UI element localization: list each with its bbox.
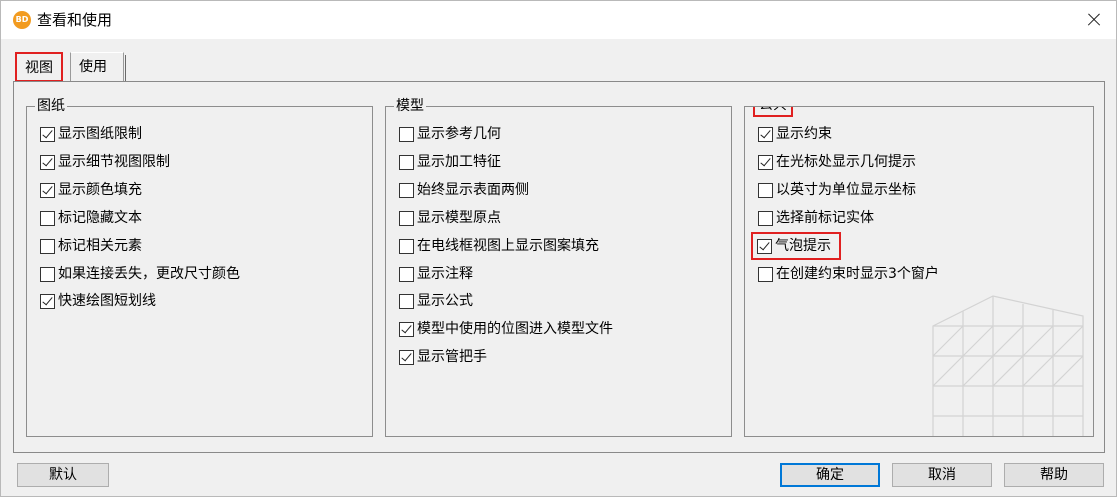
checkbox-coordinates-in-inches[interactable]: 以英寸为单位显示坐标 bbox=[758, 180, 916, 200]
checkbox-change-dimension-color[interactable]: 如果连接丢失，更改尺寸颜色 bbox=[40, 264, 240, 284]
checkbox-label: 在电线框视图上显示图案填充 bbox=[417, 238, 599, 254]
checkbox-icon[interactable] bbox=[40, 210, 55, 226]
checkbox-icon[interactable] bbox=[399, 266, 414, 282]
checkbox-label: 以英寸为单位显示坐标 bbox=[776, 182, 916, 198]
default-button[interactable]: 默认 bbox=[17, 463, 109, 487]
checkbox-label: 显示颜色填充 bbox=[58, 182, 142, 198]
checkbox-label: 显示加工特征 bbox=[417, 154, 501, 170]
checkbox-mark-related-elements[interactable]: 标记相关元素 bbox=[40, 236, 142, 256]
title-bar: BD 查看和使用 bbox=[1, 1, 1116, 39]
checkbox-bubble-tips[interactable]: 气泡提示 bbox=[751, 232, 841, 260]
checkbox-wireframe-pattern-fill[interactable]: 在电线框视图上显示图案填充 bbox=[399, 236, 599, 256]
checkbox-label: 模型中使用的位图进入模型文件 bbox=[417, 321, 613, 337]
group-paper: 图纸 显示图纸限制 显示细节视图限制 显示颜色填充 标记隐藏文本 标记相关元素 … bbox=[26, 97, 373, 437]
checkbox-icon[interactable] bbox=[40, 182, 55, 198]
group-model-title: 模型 bbox=[394, 97, 426, 115]
checkbox-show-model-origin[interactable]: 显示模型原点 bbox=[399, 208, 501, 228]
group-common-title: 公共 bbox=[753, 107, 793, 117]
checkbox-show-annotations[interactable]: 显示注释 bbox=[399, 264, 473, 284]
group-common: 公共 显示约束 在光标处显示几何提示 以英寸为单位显示坐标 选择前标记实体 气泡… bbox=[744, 106, 1094, 437]
checkbox-label: 选择前标记实体 bbox=[776, 210, 874, 226]
group-model: 模型 显示参考几何 显示加工特征 始终显示表面两侧 显示模型原点 在电线框视图上… bbox=[385, 97, 732, 437]
checkbox-label: 标记隐藏文本 bbox=[58, 210, 142, 226]
tab-use[interactable]: 使用 bbox=[70, 52, 126, 82]
checkbox-label: 气泡提示 bbox=[775, 238, 831, 254]
checkbox-show-reference-geometry[interactable]: 显示参考几何 bbox=[399, 124, 501, 144]
checkbox-mark-hidden-text[interactable]: 标记隐藏文本 bbox=[40, 208, 142, 228]
cancel-button[interactable]: 取消 bbox=[892, 463, 992, 487]
checkbox-icon[interactable] bbox=[399, 321, 414, 337]
checkbox-show-color-fill[interactable]: 显示颜色填充 bbox=[40, 180, 142, 200]
checkbox-icon[interactable] bbox=[399, 349, 414, 365]
checkbox-icon[interactable] bbox=[40, 154, 55, 170]
checkbox-label: 显示细节视图限制 bbox=[58, 154, 170, 170]
checkbox-icon[interactable] bbox=[758, 210, 773, 226]
checkbox-icon[interactable] bbox=[399, 238, 414, 254]
checkbox-icon[interactable] bbox=[758, 126, 773, 142]
checkbox-label: 显示注释 bbox=[417, 266, 473, 282]
close-icon[interactable] bbox=[1070, 1, 1116, 39]
checkbox-label: 如果连接丢失，更改尺寸颜色 bbox=[58, 266, 240, 282]
checkbox-label: 显示图纸限制 bbox=[58, 126, 142, 142]
group-paper-title: 图纸 bbox=[35, 97, 67, 115]
checkbox-mark-entity-before-select[interactable]: 选择前标记实体 bbox=[758, 208, 874, 228]
checkbox-icon[interactable] bbox=[758, 182, 773, 198]
checkbox-icon[interactable] bbox=[399, 182, 414, 198]
checkbox-label: 快速绘图短划线 bbox=[58, 293, 156, 309]
app-logo-icon: BD bbox=[13, 11, 31, 29]
checkbox-label: 始终显示表面两侧 bbox=[417, 182, 529, 198]
checkbox-icon[interactable] bbox=[758, 266, 773, 282]
checkbox-label: 显示公式 bbox=[417, 293, 473, 309]
checkbox-label: 在光标处显示几何提示 bbox=[776, 154, 916, 170]
checkbox-label: 显示模型原点 bbox=[417, 210, 501, 226]
checkbox-icon[interactable] bbox=[399, 126, 414, 142]
checkbox-icon[interactable] bbox=[399, 154, 414, 170]
checkbox-bitmaps-into-model-file[interactable]: 模型中使用的位图进入模型文件 bbox=[399, 319, 613, 339]
checkbox-label: 显示管把手 bbox=[417, 349, 487, 365]
checkbox-fast-draw-dashes[interactable]: 快速绘图短划线 bbox=[40, 291, 156, 311]
checkbox-icon[interactable] bbox=[40, 266, 55, 282]
checkbox-icon[interactable] bbox=[757, 238, 772, 254]
checkbox-show-pipe-handles[interactable]: 显示管把手 bbox=[399, 347, 487, 367]
checkbox-icon[interactable] bbox=[399, 210, 414, 226]
ok-button[interactable]: 确定 bbox=[780, 463, 880, 487]
checkbox-show-formulas[interactable]: 显示公式 bbox=[399, 291, 473, 311]
checkbox-icon[interactable] bbox=[40, 126, 55, 142]
checkbox-label: 标记相关元素 bbox=[58, 238, 142, 254]
checkbox-geometry-hints-at-cursor[interactable]: 在光标处显示几何提示 bbox=[758, 152, 916, 172]
checkbox-icon[interactable] bbox=[40, 238, 55, 254]
building-watermark-image bbox=[932, 295, 1084, 436]
checkbox-show-machining-features[interactable]: 显示加工特征 bbox=[399, 152, 501, 172]
tab-view[interactable]: 视图 bbox=[15, 52, 63, 82]
checkbox-show-paper-limits[interactable]: 显示图纸限制 bbox=[40, 124, 142, 144]
checkbox-show-constraints[interactable]: 显示约束 bbox=[758, 124, 832, 144]
checkbox-icon[interactable] bbox=[399, 293, 414, 309]
checkbox-label: 显示参考几何 bbox=[417, 126, 501, 142]
dialog-window: BD 查看和使用 视图 使用 图纸 显示图纸限制 显示细节视图限制 显示颜色填充… bbox=[0, 0, 1117, 497]
help-button[interactable]: 帮助 bbox=[1004, 463, 1104, 487]
checkbox-icon[interactable] bbox=[40, 293, 55, 309]
checkbox-label: 显示约束 bbox=[776, 126, 832, 142]
checkbox-label: 在创建约束时显示3个窗户 bbox=[776, 266, 939, 282]
checkbox-icon[interactable] bbox=[758, 154, 773, 170]
window-title: 查看和使用 bbox=[37, 11, 113, 29]
checkbox-always-show-both-sides[interactable]: 始终显示表面两侧 bbox=[399, 180, 529, 200]
checkbox-show-detail-view-limits[interactable]: 显示细节视图限制 bbox=[40, 152, 170, 172]
checkbox-show-3-windows-on-constraint[interactable]: 在创建约束时显示3个窗户 bbox=[758, 264, 939, 284]
tab-panel: 图纸 显示图纸限制 显示细节视图限制 显示颜色填充 标记隐藏文本 标记相关元素 … bbox=[13, 81, 1105, 453]
